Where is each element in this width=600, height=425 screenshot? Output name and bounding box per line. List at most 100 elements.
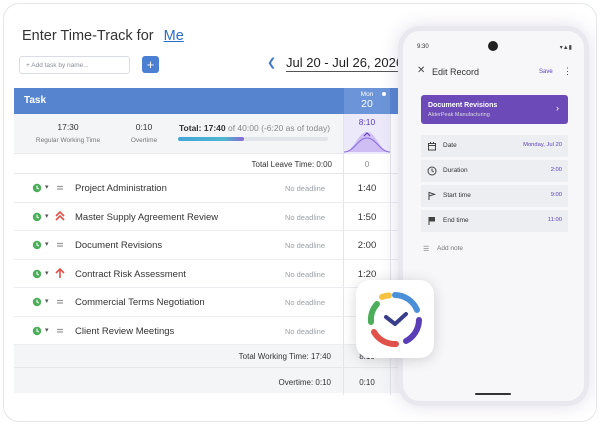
leave-label: Total Leave Time: 0:00 bbox=[251, 160, 333, 169]
total-time-detail: of 40:00 (-6:20 as of today) bbox=[227, 123, 331, 133]
user-selector[interactable]: Me bbox=[164, 28, 184, 44]
more-vertical-icon[interactable]: ⋮ bbox=[563, 66, 572, 77]
overtime-total-value: 0:10 bbox=[359, 378, 375, 387]
field-value: Monday, Jul 20 bbox=[523, 142, 562, 148]
field-label: End time bbox=[443, 217, 469, 224]
table-row[interactable]: ▾ Document Revisions No deadline 2:00 bbox=[14, 231, 409, 260]
task-rows: ▾ Project Administration No deadline 1:40 ▾ M… bbox=[14, 174, 409, 345]
total-working-row: Total Working Time: 17:40 8:10 bbox=[14, 345, 409, 367]
save-button[interactable]: Save bbox=[539, 69, 553, 75]
task-card-name: Document Revisions bbox=[428, 102, 498, 109]
overtime-label: Overtime bbox=[130, 137, 158, 144]
add-task-input[interactable]: + Add task by name... bbox=[19, 56, 130, 74]
task-name[interactable]: Master Supply Agreement Review bbox=[75, 212, 218, 223]
normal-priority-icon bbox=[57, 185, 63, 190]
normal-priority-icon bbox=[57, 242, 63, 247]
normal-priority-icon bbox=[57, 328, 63, 333]
task-hours[interactable]: 2:00 bbox=[344, 240, 390, 251]
mobile-title: Edit Record bbox=[432, 67, 480, 77]
timer-icon[interactable] bbox=[32, 297, 42, 307]
app-window: Enter Time-Track for Me + Add task by na… bbox=[3, 3, 597, 422]
home-indicator bbox=[475, 393, 511, 395]
table-row[interactable]: ▾ Commercial Terms Negotiation No deadline… bbox=[14, 288, 409, 317]
task-deadline: No deadline bbox=[284, 241, 325, 250]
task-deadline: No deadline bbox=[284, 184, 325, 193]
chevron-left-icon[interactable]: ❮ bbox=[267, 56, 276, 69]
note-icon: ☰ bbox=[423, 246, 430, 253]
task-name[interactable]: Document Revisions bbox=[75, 240, 162, 251]
field-start-time[interactable]: Start time 9:00 bbox=[421, 185, 568, 207]
week-progress-fill bbox=[178, 137, 244, 141]
high-priority-icon bbox=[55, 267, 65, 278]
table-row[interactable]: ▾ Project Administration No deadline 1:40 bbox=[14, 174, 409, 203]
expand-dot-icon[interactable]: ▾ bbox=[45, 269, 49, 277]
record-fields: Date Monday, Jul 20 Duration 2:00 Start time… bbox=[421, 135, 568, 235]
date-range-selector[interactable]: Jul 20 - Jul 26, 2026 bbox=[286, 55, 404, 72]
day-date: 20 bbox=[361, 98, 373, 110]
flag-end-icon bbox=[428, 217, 435, 225]
task-hours[interactable]: 1:40 bbox=[344, 183, 390, 194]
task-deadline: No deadline bbox=[284, 326, 325, 336]
overtime-total-label: Overtime: 0:10 bbox=[278, 378, 331, 387]
task-name[interactable]: Client Review Meetings bbox=[75, 326, 174, 337]
timer-icon[interactable] bbox=[32, 326, 42, 336]
overtime-value: 0:10 bbox=[135, 122, 153, 132]
column-divider bbox=[343, 114, 344, 395]
normal-priority-icon bbox=[57, 299, 63, 304]
field-label: Duration bbox=[443, 167, 468, 174]
time-track-table: Task Mon 20 17:30 Regular Working Time 0… bbox=[14, 88, 409, 395]
calendar-icon bbox=[428, 142, 436, 151]
table-row[interactable]: ▾ Contract Risk Assessment No deadline 1:20 bbox=[14, 260, 409, 288]
field-date[interactable]: Date Monday, Jul 20 bbox=[421, 135, 568, 157]
expand-dot-icon[interactable]: ▾ bbox=[45, 240, 49, 248]
table-row[interactable]: ▾ Client Review Meetings No deadline bbox=[14, 317, 409, 345]
timer-icon[interactable] bbox=[32, 212, 42, 222]
field-duration[interactable]: Duration 2:00 bbox=[421, 160, 568, 182]
expand-dot-icon[interactable]: ▾ bbox=[45, 297, 49, 305]
app-logo-icon bbox=[356, 280, 434, 358]
camera-icon bbox=[488, 41, 498, 51]
flag-start-icon bbox=[428, 191, 437, 200]
field-end-time[interactable]: End time 11:00 bbox=[421, 210, 568, 232]
total-working-label: Total Working Time: 17:40 bbox=[238, 352, 331, 361]
task-deadline: No deadline bbox=[284, 212, 325, 222]
day-load-wave bbox=[344, 132, 390, 153]
leave-value: 0 bbox=[364, 160, 370, 169]
task-hours[interactable]: 1:20 bbox=[344, 269, 390, 280]
regular-time-value: 17:30 bbox=[57, 122, 79, 132]
page-title: Enter Time-Track for Me bbox=[22, 28, 184, 44]
total-time-label: Total: 17:40 bbox=[179, 123, 226, 133]
table-row[interactable]: ▾ Master Supply Agreement Review No deadli… bbox=[14, 203, 409, 231]
overtime: 0:10 Overtime bbox=[122, 122, 166, 144]
add-note-button[interactable]: Add note bbox=[437, 245, 463, 252]
task-column-header: Task bbox=[24, 95, 47, 106]
timer-icon[interactable] bbox=[32, 183, 42, 193]
signal-battery-icon: ▾▲▮ bbox=[559, 45, 572, 51]
timer-icon[interactable] bbox=[32, 269, 42, 279]
close-icon[interactable]: ✕ bbox=[417, 65, 425, 76]
day-summary: 8:10 bbox=[344, 114, 390, 154]
task-name[interactable]: Commercial Terms Negotiation bbox=[75, 297, 205, 308]
week-summary: 17:30 Regular Working Time 0:10 Overtime… bbox=[14, 114, 344, 154]
task-hours[interactable]: 1:50 bbox=[344, 212, 390, 223]
field-value: 2:00 bbox=[550, 167, 562, 173]
task-name[interactable]: Contract Risk Assessment bbox=[75, 269, 186, 280]
timer-icon[interactable] bbox=[32, 240, 42, 250]
task-card[interactable]: Document Revisions AlderPeak Manufacturi… bbox=[421, 95, 568, 124]
mobile-topbar: ✕ Edit Record Save ⋮ bbox=[403, 61, 584, 83]
task-name[interactable]: Project Administration bbox=[75, 183, 167, 194]
expand-dot-icon[interactable]: ▾ bbox=[45, 326, 49, 334]
expand-dot-icon[interactable]: ▾ bbox=[45, 183, 49, 191]
field-value: 9:00 bbox=[550, 192, 562, 198]
week-progress-bar bbox=[178, 137, 328, 141]
regular-time-label: Regular Working Time bbox=[35, 137, 101, 144]
task-deadline: No deadline bbox=[284, 269, 325, 279]
status-time: 9:30 bbox=[417, 44, 429, 50]
expand-dot-icon[interactable]: ▾ bbox=[45, 212, 49, 220]
add-task-button[interactable]: + bbox=[142, 56, 159, 73]
page-title-text: Enter Time-Track for bbox=[22, 28, 154, 44]
highest-priority-icon bbox=[55, 210, 65, 221]
overtime-row: Overtime: 0:10 0:10 bbox=[14, 367, 409, 393]
clock-logo-icon bbox=[367, 292, 422, 348]
field-value: 11:00 bbox=[547, 217, 562, 223]
